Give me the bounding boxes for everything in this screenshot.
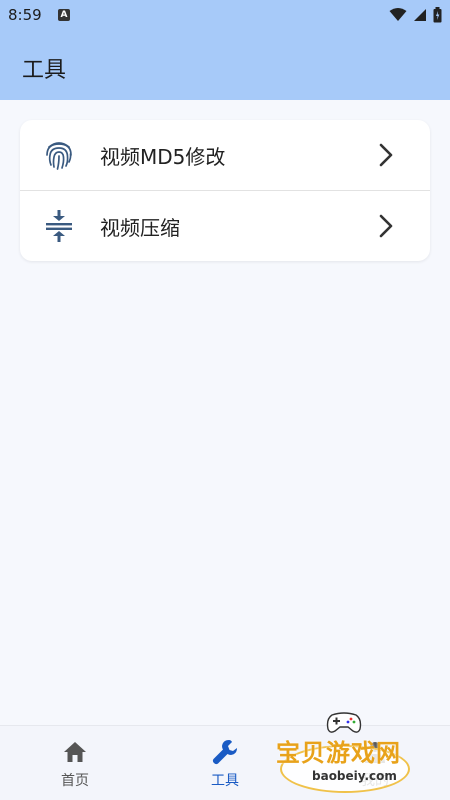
tools-card: 视频MD5修改 视频压缩 (20, 120, 430, 261)
battery-icon (433, 7, 442, 23)
chevron-right-icon (376, 212, 396, 240)
tool-item-video-compress[interactable]: 视频压缩 (20, 191, 430, 261)
watermark-text: 宝贝游戏网 (276, 739, 401, 767)
watermark-url: baobeiy.com (312, 769, 397, 783)
fingerprint-icon (42, 138, 76, 172)
compress-icon (42, 209, 76, 243)
gamepad-icon (326, 712, 362, 733)
nav-tab-tools[interactable]: 工具 (185, 738, 265, 796)
notification-a-icon: A (58, 9, 70, 21)
home-icon (64, 742, 86, 762)
watermark-logo: 宝贝游戏网 baobeiy.com (272, 705, 422, 795)
nav-label-tools: 工具 (211, 773, 239, 789)
tool-label-video-md5: 视频MD5修改 (100, 144, 226, 169)
tool-item-video-md5[interactable]: 视频MD5修改 (20, 120, 430, 190)
status-icons (389, 7, 442, 23)
nav-label-home: 首页 (61, 773, 89, 789)
wrench-icon (212, 740, 237, 765)
tool-label-video-compress: 视频压缩 (100, 215, 180, 240)
status-time: 8:59 (8, 6, 42, 24)
chevron-right-icon (376, 141, 396, 169)
page-title: 工具 (22, 58, 67, 83)
status-bar: 8:59 A (0, 0, 450, 30)
wifi-icon (389, 8, 407, 21)
signal-icon (414, 9, 426, 21)
app-bar: 工具 (0, 30, 450, 100)
nav-tab-home[interactable]: 首页 (35, 738, 115, 796)
